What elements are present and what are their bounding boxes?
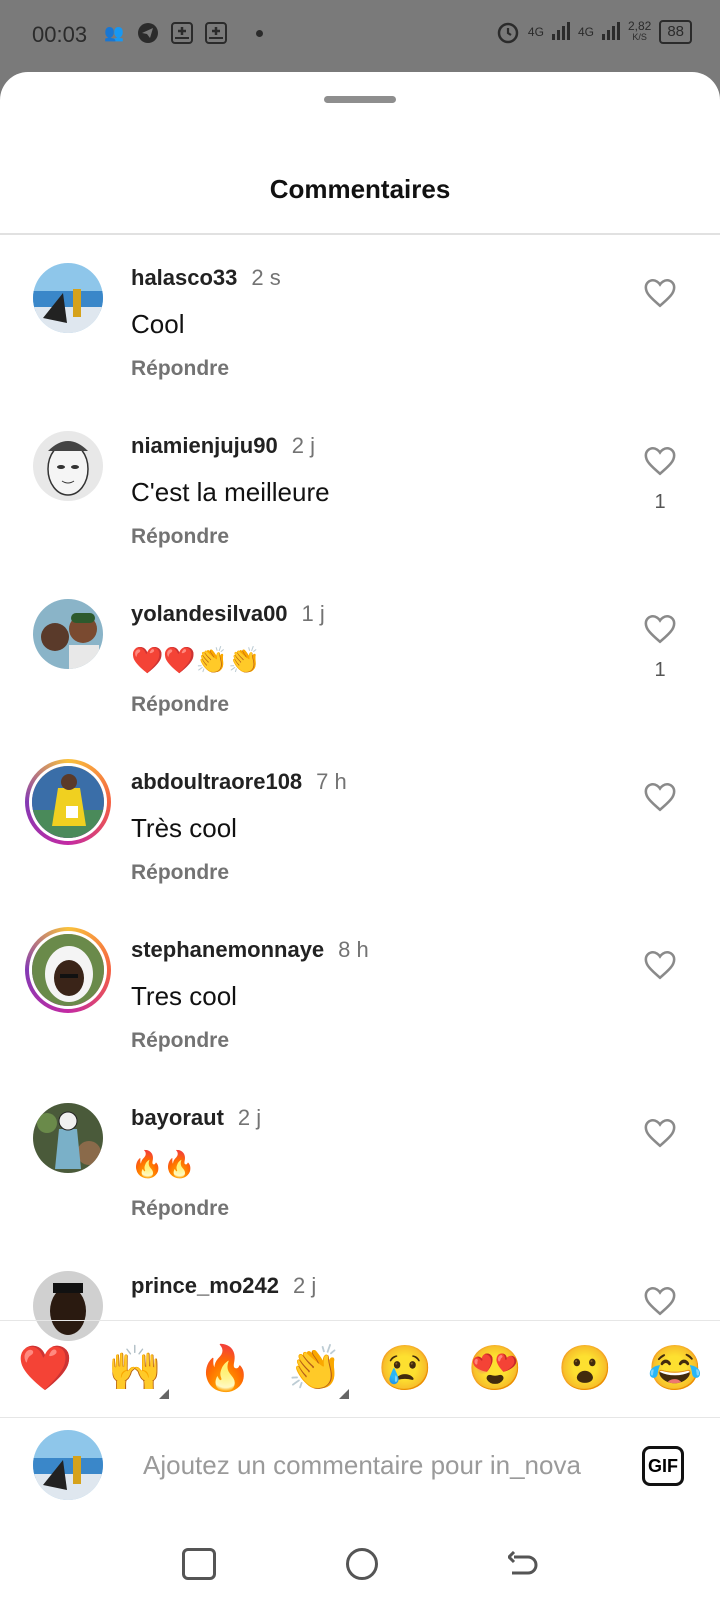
quick-reaction-bar: ❤️ 🙌 🔥 👏 😢 😍 😮 😂 — [0, 1320, 720, 1418]
status-bar: 00:03 👥 4G 4G 2,82 K/S 88 — [0, 0, 720, 72]
avatar[interactable] — [33, 599, 103, 669]
emoji-raised-hands[interactable]: 🙌 — [103, 1347, 169, 1399]
heart-icon[interactable] — [643, 277, 677, 309]
comment-item: halasco33 2 s Cool Répondre — [0, 237, 720, 405]
comment-username[interactable]: prince_mo242 2 j — [131, 1273, 316, 1299]
avatar-with-story[interactable] — [25, 759, 111, 845]
reply-button[interactable]: Répondre — [131, 861, 229, 885]
comment-time: 8 h — [338, 937, 369, 962]
back-icon — [506, 1550, 538, 1575]
back-button[interactable] — [506, 1550, 538, 1577]
comment-list[interactable]: halasco33 2 s Cool Répondre niamienjuju90… — [0, 237, 720, 1392]
comment-text: Tres cool — [131, 981, 237, 1011]
emoji-surprised[interactable]: 😮 — [553, 1347, 617, 1391]
heart-icon[interactable] — [643, 613, 677, 645]
divider — [0, 233, 720, 235]
notification-icons: 👥 — [102, 22, 263, 44]
recent-apps-button[interactable] — [182, 1548, 216, 1580]
comment-username[interactable]: bayoraut 2 j — [131, 1105, 261, 1131]
comments-sheet: Commentaires halasco33 2 s Cool Répondre … — [0, 72, 720, 1612]
gif-button[interactable]: GIF — [642, 1446, 684, 1486]
reply-button[interactable]: Répondre — [131, 1029, 229, 1053]
comment-text: 🔥🔥 — [131, 1149, 196, 1179]
heart-icon[interactable] — [643, 949, 677, 981]
comment-time: 7 h — [316, 769, 347, 794]
comment-time: 1 j — [301, 601, 325, 626]
emoji-heart[interactable]: ❤️ — [13, 1347, 77, 1391]
reply-button[interactable]: Répondre — [131, 357, 229, 381]
signal-label-1: 4G — [527, 25, 544, 39]
comment-item: abdoultraore108 7 h Très cool Répondre — [0, 741, 720, 909]
avatar[interactable] — [33, 431, 103, 501]
network-speed: 2,82 K/S — [627, 19, 652, 42]
like-count: 1 — [654, 491, 666, 513]
avatar[interactable] — [33, 1103, 103, 1173]
emoji-clap[interactable]: 👏 — [283, 1347, 349, 1399]
skin-tone-indicator-icon — [339, 1389, 349, 1399]
like-count: 1 — [654, 659, 666, 681]
comment-time: 2 j — [292, 1273, 317, 1298]
emoji-fire[interactable]: 🔥 — [193, 1347, 257, 1391]
comment-time: 2 s — [251, 265, 281, 290]
comment-text: ❤️❤️👏👏 — [131, 645, 261, 675]
heart-icon[interactable] — [643, 1285, 677, 1317]
current-user-avatar — [33, 1430, 103, 1500]
reply-button[interactable]: Répondre — [131, 1197, 229, 1221]
comment-composer: Ajoutez un commentaire pour in_nova GIF — [0, 1416, 720, 1516]
reply-button[interactable]: Répondre — [131, 525, 229, 549]
comment-text: Cool — [131, 309, 185, 339]
page-title: Commentaires — [269, 174, 451, 204]
heart-icon[interactable] — [643, 445, 677, 477]
emoji-laughing[interactable]: 😂 — [643, 1347, 707, 1391]
avatar[interactable] — [33, 263, 103, 333]
comment-item: stephanemonnaye 8 h Tres cool Répondre — [0, 909, 720, 1077]
skin-tone-indicator-icon — [159, 1389, 169, 1399]
comment-username[interactable]: niamienjuju90 2 j — [131, 433, 315, 459]
emoji-crying[interactable]: 😢 — [373, 1347, 437, 1391]
battery-icon: 88 — [659, 20, 692, 44]
status-time: 00:03 — [32, 22, 88, 47]
comment-text: Très cool — [131, 813, 237, 843]
signal-icon — [601, 21, 620, 43]
comment-item: niamienjuju90 2 j C'est la meilleure Répo… — [0, 405, 720, 573]
comment-username[interactable]: halasco33 2 s — [131, 265, 281, 291]
comment-username[interactable]: abdoultraore108 7 h — [131, 769, 347, 795]
signal-label-2: 4G — [577, 25, 594, 39]
comment-time: 2 j — [291, 433, 315, 458]
comment-item: yolandesilva00 1 j ❤️❤️👏👏 Répondre 1 — [0, 573, 720, 741]
comment-username[interactable]: yolandesilva00 1 j — [131, 601, 325, 627]
medical-box-icon — [204, 22, 228, 44]
comment-time: 2 j — [237, 1105, 262, 1130]
avatar-with-story[interactable] — [25, 927, 111, 1013]
reply-button[interactable]: Répondre — [131, 693, 229, 717]
more-notifications-icon — [256, 29, 263, 37]
heart-icon[interactable] — [643, 1117, 677, 1149]
comment-item: bayoraut 2 j 🔥🔥 Répondre — [0, 1077, 720, 1245]
comment-username[interactable]: stephanemonnaye 8 h — [131, 937, 369, 963]
system-icons: 4G 4G 2,82 K/S 88 — [496, 20, 692, 44]
comment-text: C'est la meilleure — [131, 477, 330, 507]
system-nav-bar — [0, 1516, 720, 1612]
comment-input[interactable]: Ajoutez un commentaire pour in_nova — [143, 1450, 611, 1481]
heart-icon[interactable] — [643, 781, 677, 813]
medical-box-icon — [170, 22, 194, 44]
alarm-icon — [496, 21, 520, 44]
telegram-icon — [136, 22, 160, 44]
home-button[interactable] — [346, 1548, 378, 1580]
group-icon: 👥 — [104, 25, 124, 42]
emoji-heart-eyes[interactable]: 😍 — [463, 1347, 527, 1391]
drag-handle[interactable] — [324, 96, 396, 103]
signal-icon — [551, 21, 570, 43]
